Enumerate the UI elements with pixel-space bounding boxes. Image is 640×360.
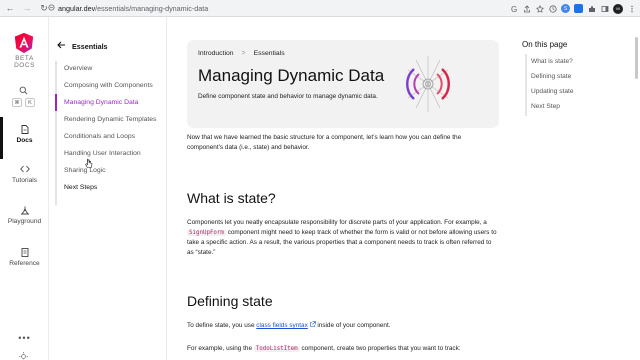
section-nav-item-conditionals[interactable]: Conditionals and Loops — [64, 133, 135, 140]
toc-item-defining-state[interactable]: Defining state — [531, 73, 571, 80]
rail-item-playground[interactable]: Playground — [0, 206, 49, 225]
breadcrumb: Introduction > Essentials — [198, 50, 285, 57]
beta-word: BETA — [15, 55, 34, 62]
code-icon — [0, 165, 49, 174]
page-scrollbar[interactable] — [635, 37, 638, 79]
breadcrumb-introduction[interactable]: Introduction — [198, 50, 234, 57]
theme-toggle-icon[interactable] — [19, 352, 28, 360]
section-nav-item-composing[interactable]: Composing with Components — [64, 82, 153, 89]
section-back-link[interactable]: Essentials — [57, 41, 108, 52]
toc-item-updating-state[interactable]: Updating state — [531, 88, 574, 95]
define-text-2: inside of your component. — [317, 322, 391, 329]
reference-icon — [0, 248, 49, 257]
extensions-puzzle-icon[interactable] — [587, 4, 596, 13]
example-text-1: For example, using the — [187, 345, 254, 352]
define-text-1: To define state, you use — [187, 322, 257, 329]
menu-kebab-icon[interactable] — [627, 4, 636, 13]
code-todolistitem: TodoListItem — [253, 346, 300, 352]
example-text-2: component, create two properties that yo… — [299, 345, 461, 352]
section-nav-active-indicator — [55, 94, 57, 111]
code-signupform: SignUpForm — [187, 230, 226, 236]
on-this-page-toc: On this page What is state? Defining sta… — [512, 17, 640, 360]
section-nav-item-overview[interactable]: Overview — [64, 65, 92, 72]
class-fields-link[interactable]: class fields syntax — [256, 322, 308, 329]
toc-item-next-step[interactable]: Next Step — [531, 103, 560, 110]
forward-icon[interactable]: → — [20, 1, 34, 15]
arrow-left-icon — [57, 41, 66, 52]
extension-square-icon[interactable] — [574, 4, 583, 13]
breadcrumb-separator: > — [241, 50, 246, 57]
external-link-icon — [309, 321, 316, 327]
define-paragraph: To define state, you use class fields sy… — [187, 321, 497, 331]
page-hero: Introduction > Essentials Managing Dynam… — [187, 40, 499, 128]
section-nav-item-handling[interactable]: Handling User Interaction — [64, 150, 141, 157]
cmd-key: ⌘ — [12, 98, 22, 107]
url-host: angular.dev — [58, 4, 96, 13]
primary-nav-rail: BETA DOCS ⌘ K Docs Tutorials Playground … — [0, 17, 49, 360]
rail-item-reference[interactable]: Reference — [0, 248, 49, 267]
heading-what-is-state: What is state? — [187, 190, 276, 206]
heading-defining-state: Defining state — [187, 293, 273, 309]
page-description: Define component state and behavior to m… — [198, 93, 378, 100]
back-icon[interactable]: ← — [3, 1, 17, 15]
breadcrumb-essentials[interactable]: Essentials — [254, 50, 285, 57]
toc-rule — [525, 54, 527, 116]
share-icon[interactable] — [522, 4, 531, 13]
main-content: Introduction > Essentials Managing Dynam… — [167, 17, 512, 360]
address-bar[interactable]: angular.dev/essentials/managing-dynamic-… — [48, 2, 496, 15]
state-text-2: component might need to keep track of wh… — [187, 229, 497, 256]
state-text-1: Components let you neatly encapsulate re… — [187, 219, 487, 226]
toc-title: On this page — [522, 40, 568, 49]
k-key: K — [25, 98, 35, 107]
rail-item-label: Tutorials — [11, 177, 38, 184]
docs-word: DOCS — [14, 62, 35, 69]
document-icon — [0, 125, 49, 134]
page-title: Managing Dynamic Data — [198, 66, 385, 85]
search-shortcut: ⌘ K — [12, 98, 35, 107]
rail-item-label: Playground — [7, 218, 42, 225]
section-nav-item-next-steps[interactable]: Next Steps — [64, 184, 97, 191]
section-heading: Essentials — [72, 42, 108, 51]
browser-toolbar: ← → ↻ angular.dev/essentials/managing-dy… — [0, 0, 640, 17]
rail-item-label: Reference — [9, 260, 40, 267]
profile-avatar[interactable]: M — [613, 3, 623, 14]
example-paragraph: For example, using the TodoListItem comp… — [187, 344, 497, 354]
mouse-pointer-icon — [85, 158, 93, 168]
state-paragraph: Components let you neatly encapsulate re… — [187, 218, 497, 258]
playground-icon — [0, 206, 49, 215]
rail-item-tutorials[interactable]: Tutorials — [0, 165, 49, 184]
search-icon[interactable] — [19, 86, 28, 97]
section-nav-item-rendering[interactable]: Rendering Dynamic Templates — [64, 116, 156, 123]
section-nav: Essentials Overview Composing with Compo… — [49, 17, 167, 360]
dynamic-data-graphic — [406, 56, 450, 112]
site-info-icon[interactable] — [48, 4, 58, 13]
more-options-icon[interactable]: ••• — [0, 333, 49, 343]
rail-item-label: Docs — [16, 137, 33, 144]
rail-item-docs[interactable]: Docs — [0, 125, 49, 144]
reading-list-icon[interactable] — [600, 4, 609, 13]
angular-logo[interactable] — [13, 32, 35, 54]
extension-blue-icon[interactable]: S — [561, 4, 570, 13]
toc-item-what-is-state[interactable]: What is state? — [531, 58, 573, 65]
intro-paragraph: Now that we have learned the basic struc… — [187, 134, 462, 151]
beta-docs-label: BETA DOCS — [0, 55, 49, 69]
section-nav-rule — [55, 61, 57, 205]
section-nav-item-managing[interactable]: Managing Dynamic Data — [64, 99, 138, 106]
svg-text:G: G — [511, 5, 517, 13]
url-path: /essentials/managing-dynamic-data — [95, 4, 209, 13]
google-lens-icon[interactable]: G — [509, 4, 518, 13]
extension-clock-icon[interactable] — [548, 4, 557, 13]
bookmark-star-icon[interactable] — [535, 4, 544, 13]
